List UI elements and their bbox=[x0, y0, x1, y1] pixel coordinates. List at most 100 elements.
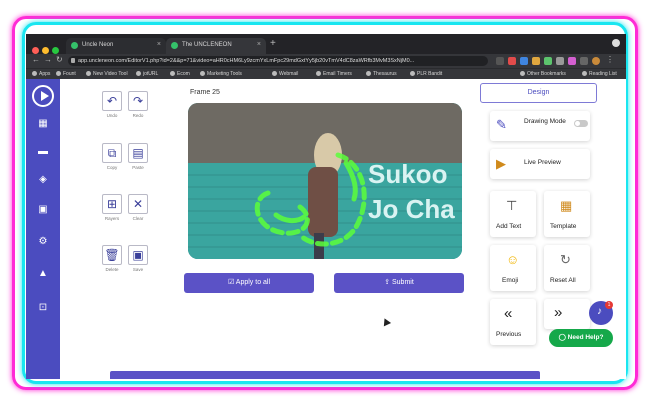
bookmark-item[interactable]: Ecom bbox=[170, 71, 190, 77]
sidebar-gear-icon[interactable]: ⚙ bbox=[38, 237, 48, 247]
redo-icon: ↷ bbox=[132, 94, 144, 108]
url-field[interactable]: app.uncleneon.com/EditorV1.php?id=2&&p=7… bbox=[68, 56, 488, 66]
emoji-card[interactable]: ☺ Emoji bbox=[490, 245, 536, 291]
tab-design[interactable]: Design bbox=[480, 83, 597, 103]
profile-avatar-icon[interactable] bbox=[592, 57, 600, 65]
sidebar-image-icon[interactable]: ▣ bbox=[38, 205, 48, 215]
extension-icon[interactable] bbox=[496, 57, 504, 65]
apply-to-all-button[interactable]: ☑ Apply to all bbox=[184, 273, 314, 293]
maximize-window-button[interactable] bbox=[52, 47, 59, 54]
paste-button[interactable]: ▤ bbox=[128, 143, 148, 163]
back-arrow-icon[interactable]: ← bbox=[32, 55, 40, 64]
sidebar-layers-icon[interactable]: ◈ bbox=[38, 175, 48, 185]
frame-label: Frame 25 bbox=[190, 89, 220, 96]
bookmark-icon bbox=[410, 71, 415, 76]
video-sign-text-2: Jo Cha bbox=[368, 194, 455, 224]
save-button[interactable]: ▣ bbox=[128, 245, 148, 265]
lock-icon bbox=[71, 58, 75, 63]
browser-tab-2[interactable]: The UNCLENEON × bbox=[166, 38, 266, 54]
tab-bar: Uncle Neon × The UNCLENEON × + bbox=[26, 34, 626, 54]
forward-arrow-icon[interactable]: → bbox=[44, 55, 52, 64]
template-card[interactable]: ▦ Template bbox=[544, 191, 590, 237]
bookmark-item[interactable]: Fount bbox=[56, 71, 76, 77]
template-label: Template bbox=[550, 223, 577, 230]
extension-icon[interactable] bbox=[556, 57, 564, 65]
video-frame: Sukoo Jo Cha bbox=[188, 103, 462, 259]
video-camera-icon: ▶ bbox=[496, 156, 506, 171]
pencil-icon: ✎ bbox=[496, 117, 507, 132]
video-canvas[interactable]: Sukoo Jo Cha bbox=[188, 103, 462, 259]
undo-button[interactable]: ↶ bbox=[102, 91, 122, 111]
notification-badge: 1 bbox=[605, 301, 613, 309]
bookmark-item[interactable]: Webmail bbox=[272, 71, 298, 77]
live-preview-card[interactable]: ▶ Live Preview bbox=[490, 149, 590, 179]
emoji-label: Emoji bbox=[502, 277, 519, 284]
delete-button[interactable]: 🗑 bbox=[102, 245, 122, 265]
template-icon: ▦ bbox=[560, 198, 573, 213]
upload-icon: ⇪ bbox=[384, 279, 392, 286]
bookmark-item[interactable]: jotURL bbox=[136, 71, 158, 77]
submit-label: Submit bbox=[392, 279, 414, 286]
bookmark-item[interactable]: Reading List bbox=[582, 71, 617, 77]
person-body bbox=[308, 167, 338, 237]
drawing-mode-toggle[interactable] bbox=[574, 120, 588, 127]
address-bar-row: ← → ↻ app.uncleneon.com/EditorV1.php?id=… bbox=[26, 54, 626, 68]
drawing-mode-card[interactable]: ✎ Drawing Mode bbox=[490, 111, 590, 141]
extension-icon[interactable] bbox=[532, 57, 540, 65]
minimize-window-button[interactable] bbox=[42, 47, 49, 54]
bookmarks-bar: Apps Fount New Video Tool jotURL Ecom Ma… bbox=[26, 68, 626, 79]
sidebar-grid-icon[interactable]: ▦ bbox=[38, 119, 48, 129]
bookmark-item[interactable]: PLR Bandit bbox=[410, 71, 442, 77]
submit-button[interactable]: ⇪ Submit bbox=[334, 273, 464, 293]
previous-card[interactable]: « Previous bbox=[490, 299, 536, 345]
notification-bell-button[interactable]: ♪ 1 bbox=[589, 301, 613, 325]
extension-icon[interactable] bbox=[568, 57, 576, 65]
extension-icon[interactable] bbox=[544, 57, 552, 65]
reload-icon[interactable]: ↻ bbox=[56, 55, 63, 64]
copy-button[interactable]: ⧉ bbox=[102, 143, 122, 163]
layers-button[interactable]: ⊞ bbox=[102, 194, 122, 214]
tab-favicon-icon bbox=[171, 42, 178, 49]
bookmark-item[interactable]: New Video Tool bbox=[86, 71, 128, 77]
chat-bubble-icon: ◯ bbox=[558, 334, 568, 341]
close-tab-icon[interactable]: × bbox=[257, 41, 261, 48]
sidebar: ▦ ▬ ◈ ▣ ⚙ ▲ ⊡ bbox=[26, 79, 60, 379]
sidebar-lock-icon[interactable]: ⊡ bbox=[38, 303, 48, 313]
bookmark-item[interactable]: Other Bookmarks bbox=[520, 71, 566, 77]
browser-tab-1[interactable]: Uncle Neon × bbox=[66, 38, 166, 54]
next-card[interactable]: » bbox=[544, 299, 590, 329]
extension-icon[interactable] bbox=[520, 57, 528, 65]
save-label: Save bbox=[132, 267, 144, 272]
sidebar-car-icon[interactable]: ▬ bbox=[38, 147, 48, 157]
sidebar-road-icon[interactable]: ▲ bbox=[38, 269, 48, 279]
browser-profile-icon[interactable] bbox=[612, 39, 620, 47]
bookmark-icon bbox=[366, 71, 371, 76]
reading-list-icon bbox=[582, 71, 587, 76]
bookmark-item[interactable]: Email Timers bbox=[316, 71, 352, 77]
need-help-button[interactable]: ◯ Need Help? bbox=[549, 329, 613, 347]
double-chevron-left-icon: « bbox=[504, 305, 513, 322]
bottom-toolbar-strip bbox=[110, 371, 540, 379]
clipboard-icon: ▤ bbox=[132, 146, 144, 160]
bookmark-item[interactable]: Apps bbox=[32, 71, 50, 77]
bookmark-item[interactable]: Marketing Tools bbox=[200, 71, 242, 77]
x-icon: ✕ bbox=[132, 197, 144, 211]
extension-icon[interactable] bbox=[508, 57, 516, 65]
app-logo-icon[interactable] bbox=[32, 85, 54, 107]
need-help-label: Need Help? bbox=[567, 334, 604, 341]
clear-button[interactable]: ✕ bbox=[128, 194, 148, 214]
tab-favicon-icon bbox=[71, 42, 78, 49]
refresh-icon: ↻ bbox=[560, 252, 571, 267]
bookmark-item[interactable]: Thesaurus bbox=[366, 71, 397, 77]
browser-menu-icon[interactable]: ⋮ bbox=[606, 55, 614, 64]
bookmark-icon bbox=[56, 71, 61, 76]
close-tab-icon[interactable]: × bbox=[157, 41, 161, 48]
tab-title: Uncle Neon bbox=[82, 42, 114, 48]
add-text-card[interactable]: ⊤ Add Text bbox=[490, 191, 536, 237]
new-tab-icon[interactable]: + bbox=[270, 38, 276, 49]
close-window-button[interactable] bbox=[32, 47, 39, 54]
live-preview-label: Live Preview bbox=[524, 159, 561, 166]
extension-icon[interactable] bbox=[580, 57, 588, 65]
reset-all-card[interactable]: ↻ Reset All bbox=[544, 245, 590, 291]
redo-button[interactable]: ↷ bbox=[128, 91, 148, 111]
